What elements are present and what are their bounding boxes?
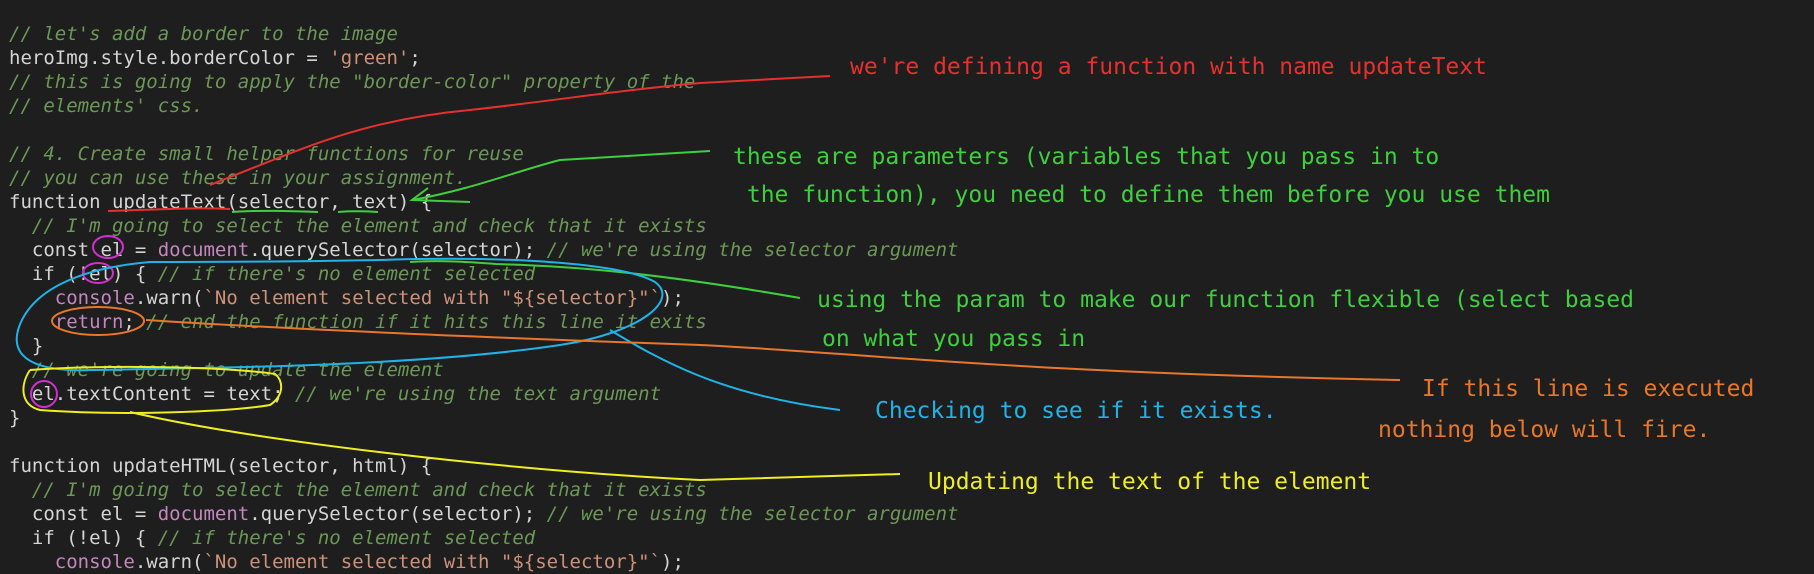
code-line: // elements' css. bbox=[9, 94, 958, 118]
code-line: el.textContent = text; // we're using th… bbox=[9, 382, 958, 406]
code-line: // we're going to update the element bbox=[9, 358, 958, 382]
code-token: // we're using the selector argument bbox=[546, 503, 959, 525]
code-token: ; bbox=[123, 311, 147, 333]
note-return-2: nothing below will fire. bbox=[1378, 417, 1711, 443]
code-token: ); bbox=[661, 287, 684, 309]
note-exists-check: Checking to see if it exists. bbox=[875, 398, 1277, 424]
code-token: // we're using the text argument bbox=[294, 383, 662, 405]
code-token: // I'm going to select the element and c… bbox=[9, 215, 707, 237]
code-token: // if there's no element selected bbox=[157, 527, 536, 549]
code-line: function updateHTML(selector, html) { bbox=[9, 454, 958, 478]
code-line: console.warn(`No element selected with "… bbox=[9, 550, 958, 574]
code-token: // let's add a border to the image bbox=[9, 23, 398, 45]
note-param-use-1: using the param to make our function fle… bbox=[817, 287, 1634, 313]
code-token: .querySelector(selector); bbox=[249, 239, 547, 261]
code-token: // we're going to update the element bbox=[9, 359, 444, 381]
code-token: document bbox=[157, 503, 250, 525]
code-line: if (!el) { // if there's no element sele… bbox=[9, 526, 958, 550]
code-token: 'green' bbox=[329, 47, 410, 69]
code-token: ); bbox=[661, 551, 684, 573]
code-line: const el = document.querySelector(select… bbox=[9, 238, 959, 262]
code-token: function updateHTML(selector, html) { bbox=[9, 455, 433, 477]
code-token: `No element selected with "${selector}"` bbox=[203, 287, 662, 309]
code-token: heroImg.style.borderColor = bbox=[9, 47, 330, 69]
code-token: console bbox=[9, 551, 135, 573]
code-token: // elements' css. bbox=[9, 95, 204, 117]
note-params-1: these are parameters (variables that you… bbox=[733, 144, 1440, 170]
code-token: el.textContent = text; bbox=[9, 383, 295, 405]
code-token: } bbox=[9, 407, 21, 429]
code-line: } bbox=[9, 406, 958, 430]
code-line: const el = document.querySelector(select… bbox=[9, 502, 959, 526]
code-token: // you can use these in your assignment. bbox=[9, 167, 467, 189]
code-line: // let's add a border to the image bbox=[9, 22, 958, 46]
code-token: console bbox=[9, 287, 135, 309]
code-token: if (!el) { bbox=[9, 263, 158, 285]
code-token: document bbox=[157, 239, 250, 261]
code-token: // 4. Create small helper functions for … bbox=[9, 143, 524, 165]
code-token: function updateText(selector, text) { bbox=[9, 191, 433, 213]
code-line: // I'm going to select the element and c… bbox=[9, 478, 958, 502]
code-token: return bbox=[54, 311, 124, 333]
code-token: ; bbox=[409, 47, 421, 69]
code-token: .warn( bbox=[134, 551, 204, 573]
code-token: `No element selected with "${selector}"` bbox=[203, 551, 662, 573]
note-param-use-2: on what you pass in bbox=[822, 326, 1086, 352]
code-token: const el = bbox=[9, 239, 158, 261]
code-token: const el = bbox=[9, 503, 158, 525]
code-token: // if there's no element selected bbox=[157, 263, 536, 285]
note-function-name: we're defining a function with name upda… bbox=[850, 54, 1487, 80]
note-params-2: the function), you need to define them b… bbox=[733, 182, 1550, 208]
code-line: // I'm going to select the element and c… bbox=[9, 214, 958, 238]
code-line: } bbox=[9, 334, 958, 358]
code-token: // we're using the selector argument bbox=[546, 239, 959, 261]
code-token: .querySelector(selector); bbox=[249, 503, 547, 525]
note-return-1: If this line is executed bbox=[1422, 376, 1755, 402]
code-token: // end the function if it hits this line… bbox=[146, 311, 707, 333]
code-token: } bbox=[9, 335, 44, 357]
code-token: if (!el) { bbox=[9, 527, 158, 549]
code-token: .warn( bbox=[134, 287, 204, 309]
code-token: // this is going to apply the "border-co… bbox=[9, 71, 696, 93]
code-line: heroImg.style.borderColor = 'green'; bbox=[9, 46, 958, 70]
note-update-text: Updating the text of the element bbox=[928, 469, 1372, 495]
code-token: // I'm going to select the element and c… bbox=[9, 479, 707, 501]
code-line: // this is going to apply the "border-co… bbox=[9, 70, 958, 94]
